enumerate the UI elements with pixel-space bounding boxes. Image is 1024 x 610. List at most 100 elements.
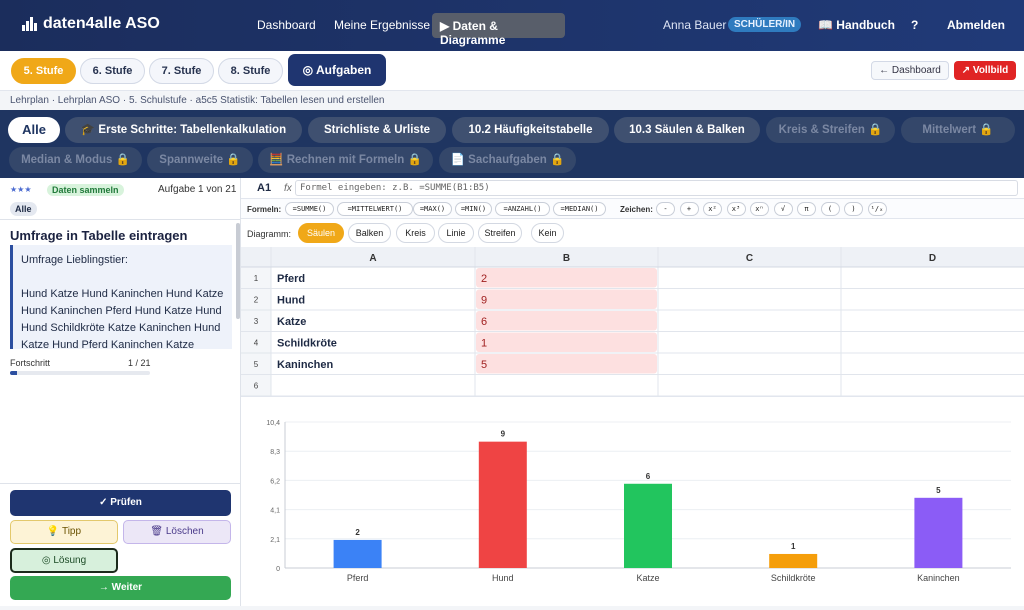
cell-b5[interactable]: 5 [481,359,487,371]
back-dashboard-button[interactable]: ← Dashboard [871,61,949,80]
topic-mean[interactable]: Mittelwert 🔒 [901,117,1015,143]
progress-label: Fortschritt [10,358,51,368]
cell-b3[interactable]: 6 [481,316,487,328]
diagram-type-3[interactable]: Linie [438,223,474,243]
spreadsheet-grid: A B C D 1 Pferd 2 2 Hund 9 3 Katze 6 4 Schildkröte 1 5 Ka… [241,247,1024,397]
formula-chip[interactable]: =MAX() [413,202,452,216]
nav-data-diagrams-link[interactable]: ▶ Daten & Diagramme [432,13,565,47]
bar-Katze[interactable] [624,483,672,568]
bar-chart-icon [22,17,37,31]
task-counter: Aufgabe 1 von 21 [158,184,237,195]
diagram-type-5[interactable]: Kein [531,223,564,243]
topic-all[interactable]: Alle [8,117,60,143]
app-logo[interactable]: daten4alle ASO [22,15,160,33]
symbol-chip[interactable]: xⁿ [750,202,769,216]
bar-Hund[interactable] [478,441,527,568]
cell-b-highlight [476,332,657,352]
next-button[interactable]: → Weiter [10,576,231,600]
tier-5-button[interactable]: 5. Stufe [11,58,76,84]
symbol-chip[interactable]: + [679,202,699,216]
help-link[interactable]: ? [911,18,918,32]
topic-first-steps[interactable]: 🎓 Erste Schritte: Tabellenkalkulation [65,117,302,143]
filter-badge[interactable]: Alle [10,202,37,216]
user-name: Anna Bauer [663,18,727,32]
topic-frequency-table[interactable]: 10.2 Häufigkeitstabelle [452,117,609,143]
column-header-A[interactable]: A [369,253,376,264]
topic-formulas[interactable]: 🧮 Rechnen mit Formeln 🔒 [258,147,433,173]
clear-button[interactable]: 🗑 Löschen [123,520,231,544]
handbook-link[interactable]: 📖 Handbuch [818,18,895,32]
fullscreen-button[interactable]: ↗ Vollbild [954,61,1016,80]
formula-chip[interactable]: =MIN() [455,202,492,216]
column-header-D[interactable]: D [929,253,936,264]
task-survey-text: Hund Katze Hund Kaninchen Hund Katze Hun… [21,288,224,349]
topic-range[interactable]: Spannweite 🔒 [147,147,253,173]
row-header-4[interactable]: 4 [254,339,259,348]
role-badge: SCHÜLER/IN [728,17,802,32]
data-label: 6 [646,472,651,481]
tier-6-button[interactable]: 6. Stufe [80,58,145,84]
tier-bar: 5. Stufe 6. Stufe 7. Stufe 8. Stufe ◎ Au… [0,51,1024,91]
topic-circle-stripes[interactable]: Kreis & Streifen 🔒 [766,117,895,143]
diagram-type-4[interactable]: Streifen [478,223,522,243]
formula-chip[interactable]: =MEDIAN() [553,202,606,216]
symbol-chip[interactable]: √ [773,202,793,216]
tier-7-button[interactable]: 7. Stufe [149,58,214,84]
symbol-chip[interactable]: ( [820,202,840,216]
cell-b4[interactable]: 1 [481,338,487,350]
progress-value: 1 / 21 [128,358,151,368]
bar-Schildkröte[interactable] [769,553,818,568]
check-button[interactable]: ✓ Prüfen [10,490,231,516]
fx-icon: fx [284,183,292,194]
data-label: 1 [791,542,796,551]
cell-a2[interactable]: Hund [277,295,305,307]
task-title: Umfrage in Tabelle eintragen [10,228,188,243]
formula-input[interactable]: Formel eingeben: z.B. =SUMME(B1:B5) [295,180,1018,196]
column-header-bar [241,247,1024,267]
row-header-6[interactable]: 6 [254,382,259,391]
divider [0,483,241,484]
nav-results-link[interactable]: Meine Ergebnisse [334,18,430,32]
symbol-chip[interactable]: x² [703,202,722,216]
cell-a1[interactable]: Pferd [277,273,305,285]
column-header-C[interactable]: C [746,253,753,264]
diagram-type-1[interactable]: Balken [348,223,391,243]
cell-a5[interactable]: Kaninchen [277,359,334,371]
topic-tally[interactable]: Strichliste & Urliste [308,117,446,143]
cell-b1[interactable]: 2 [481,273,487,285]
symbol-chip[interactable]: x³ [726,202,746,216]
symbol-chip[interactable]: ¹/ₓ [867,202,887,216]
solution-button[interactable]: ◎ Lösung [10,548,118,573]
symbol-chip[interactable]: ) [844,202,863,216]
x-tick-label: Katze [636,573,659,583]
formula-chip[interactable]: =MITTELWERT() [337,202,413,216]
diagram-type-0[interactable]: Säulen [298,223,344,243]
tier-8-button[interactable]: 8. Stufe [218,58,283,84]
formula-chip[interactable]: =ANZAHL() [495,202,550,216]
row-header-2[interactable]: 2 [254,296,259,305]
cell-a4[interactable]: Schildkröte [277,338,337,350]
cell-b2[interactable]: 9 [481,295,487,307]
row-header-5[interactable]: 5 [254,360,259,369]
topic-columns-bars[interactable]: 10.3 Säulen & Balken [614,117,760,143]
logout-link[interactable]: Abmelden [947,18,1005,32]
topic-word-problems[interactable]: 📄 Sachaufgaben 🔒 [439,147,576,173]
bar-Kaninchen[interactable] [914,497,963,568]
tasks-button[interactable]: ◎ Aufgaben [288,54,386,86]
nav-dashboard-link[interactable]: Dashboard [257,18,316,32]
bar-Pferd[interactable] [333,539,382,568]
column-header-B[interactable]: B [563,253,570,264]
formula-toolbar: Formeln: =SUMME() =MITTELWERT() =MAX() =MIN… [241,199,1024,219]
task-scrollbar[interactable] [236,223,240,319]
hint-button[interactable]: 💡 Tipp [10,520,118,544]
topic-median-mode[interactable]: Median & Modus 🔒 [9,147,142,173]
symbols-label: Zeichen: [620,205,653,214]
cell-a3[interactable]: Katze [277,316,306,328]
symbol-chip[interactable]: π [797,202,816,216]
task-description: Umfrage Lieblingstier: Hund Katze Hund K… [10,245,232,349]
row-header-3[interactable]: 3 [254,317,259,326]
diagram-type-2[interactable]: Kreis [396,223,435,243]
symbol-chip[interactable]: - [656,202,675,216]
row-header-1[interactable]: 1 [254,274,259,283]
formula-chip[interactable]: =SUMME() [285,202,334,216]
